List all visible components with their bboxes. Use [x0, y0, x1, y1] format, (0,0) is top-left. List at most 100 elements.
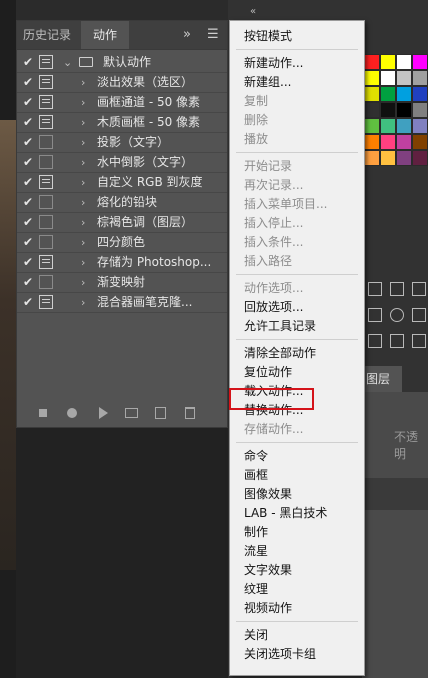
color-swatch[interactable]: [364, 118, 380, 134]
checkmark-icon[interactable]: ✔: [19, 113, 37, 132]
collapse-panels-icon[interactable]: «: [250, 6, 256, 17]
new-action-icon[interactable]: [155, 407, 166, 419]
color-swatch[interactable]: [412, 150, 428, 166]
action-row[interactable]: ✔ › 四分颜色: [17, 233, 227, 253]
dialog-toggle-icon[interactable]: [39, 155, 53, 169]
chevron-right-icon[interactable]: ›: [81, 293, 85, 312]
dialog-toggle-icon[interactable]: [39, 235, 53, 249]
menu-item[interactable]: 命令: [244, 447, 268, 466]
color-swatch[interactable]: [396, 118, 412, 134]
record-icon[interactable]: [67, 408, 77, 418]
color-swatch[interactable]: [396, 150, 412, 166]
levels-icon[interactable]: [368, 282, 382, 296]
posterize-icon[interactable]: [368, 334, 382, 348]
color-lookup-icon[interactable]: [390, 308, 404, 322]
chevron-right-icon[interactable]: ›: [81, 73, 85, 92]
color-swatch[interactable]: [380, 54, 396, 70]
menu-item[interactable]: 新建组...: [244, 73, 291, 92]
curves-icon[interactable]: [390, 282, 404, 296]
menu-item[interactable]: 复位动作: [244, 363, 292, 382]
color-swatch[interactable]: [396, 86, 412, 102]
menu-item[interactable]: 图像效果: [244, 485, 292, 504]
menu-item[interactable]: 流星: [244, 542, 268, 561]
checkmark-icon[interactable]: ✔: [19, 133, 37, 152]
checkmark-icon[interactable]: ✔: [19, 193, 37, 212]
action-row[interactable]: ✔ › 投影（文字）: [17, 133, 227, 153]
menu-item[interactable]: 清除全部动作: [244, 344, 316, 363]
action-row[interactable]: ✔ › 画框通道 - 50 像素: [17, 93, 227, 113]
trash-icon[interactable]: [185, 407, 195, 419]
color-swatch[interactable]: [396, 134, 412, 150]
dialog-toggle-icon[interactable]: [39, 55, 53, 69]
tab-actions[interactable]: 动作: [81, 21, 129, 49]
checkmark-icon[interactable]: ✔: [19, 253, 37, 272]
checkmark-icon[interactable]: ✔: [19, 153, 37, 172]
menu-item[interactable]: 文字效果: [244, 561, 292, 580]
chevron-right-icon[interactable]: ›: [81, 193, 85, 212]
dialog-toggle-icon[interactable]: [39, 135, 53, 149]
tab-layers[interactable]: 图层: [362, 366, 402, 392]
menu-item[interactable]: 新建动作...: [244, 54, 303, 73]
color-swatch[interactable]: [412, 86, 428, 102]
color-swatch[interactable]: [364, 86, 380, 102]
dialog-toggle-icon[interactable]: [39, 95, 53, 109]
photo-filter-icon[interactable]: [412, 308, 426, 322]
chevron-right-icon[interactable]: ›: [81, 133, 85, 152]
action-row[interactable]: ✔ › 混合器画笔克隆...: [17, 293, 227, 313]
dialog-toggle-icon[interactable]: [39, 215, 53, 229]
menu-item[interactable]: 按钮模式: [244, 27, 292, 46]
tab-history[interactable]: 历史记录: [23, 21, 81, 49]
panel-more-icon[interactable]: »: [183, 21, 191, 49]
action-row[interactable]: ✔ › 熔化的铅块: [17, 193, 227, 213]
chevron-right-icon[interactable]: ›: [81, 153, 85, 172]
chevron-right-icon[interactable]: ›: [81, 93, 85, 112]
checkmark-icon[interactable]: ✔: [19, 213, 37, 232]
chevron-right-icon[interactable]: ›: [81, 253, 85, 272]
checkmark-icon[interactable]: ✔: [19, 93, 37, 112]
color-swatch[interactable]: [380, 150, 396, 166]
chevron-right-icon[interactable]: ›: [81, 233, 85, 252]
color-swatch[interactable]: [396, 54, 412, 70]
action-row[interactable]: ✔ › 木质画框 - 50 像素: [17, 113, 227, 133]
menu-item[interactable]: 制作: [244, 523, 268, 542]
camera-icon[interactable]: [368, 308, 382, 322]
checkmark-icon[interactable]: ✔: [19, 233, 37, 252]
dialog-toggle-icon[interactable]: [39, 175, 53, 189]
checkmark-icon[interactable]: ✔: [19, 73, 37, 92]
new-set-folder-icon[interactable]: [125, 408, 138, 418]
color-swatch[interactable]: [364, 150, 380, 166]
color-swatch[interactable]: [380, 102, 396, 118]
action-row[interactable]: ✔ › 水中倒影（文字）: [17, 153, 227, 173]
color-swatch[interactable]: [364, 134, 380, 150]
menu-item[interactable]: 关闭选项卡组: [244, 645, 316, 664]
dialog-toggle-icon[interactable]: [39, 275, 53, 289]
chevron-down-icon[interactable]: ⌄: [63, 53, 72, 72]
color-swatch[interactable]: [380, 118, 396, 134]
menu-item[interactable]: 关闭: [244, 626, 268, 645]
color-swatch[interactable]: [380, 134, 396, 150]
menu-item[interactable]: 画框: [244, 466, 268, 485]
color-swatch[interactable]: [412, 102, 428, 118]
color-swatch[interactable]: [364, 54, 380, 70]
panel-menu-icon[interactable]: ☰: [207, 21, 219, 49]
action-row[interactable]: ✔ › 棕褐色调（图层）: [17, 213, 227, 233]
menu-item[interactable]: 回放选项...: [244, 298, 303, 317]
color-swatch[interactable]: [364, 70, 380, 86]
checkmark-icon[interactable]: ✔: [19, 173, 37, 192]
color-swatch[interactable]: [412, 134, 428, 150]
checkmark-icon[interactable]: ✔: [19, 53, 37, 72]
exposure-icon[interactable]: [412, 282, 426, 296]
dialog-toggle-icon[interactable]: [39, 75, 53, 89]
action-row[interactable]: ✔ › 淡出效果（选区）: [17, 73, 227, 93]
color-swatch[interactable]: [396, 70, 412, 86]
dialog-toggle-icon[interactable]: [39, 115, 53, 129]
action-row[interactable]: ✔ › 存储为 Photoshop...: [17, 253, 227, 273]
play-icon[interactable]: [99, 407, 108, 419]
gradient-map-icon[interactable]: [412, 334, 426, 348]
color-swatch[interactable]: [380, 86, 396, 102]
stop-recording-icon[interactable]: [39, 409, 47, 417]
chevron-right-icon[interactable]: ›: [81, 213, 85, 232]
color-swatch[interactable]: [364, 102, 380, 118]
invert-icon[interactable]: [390, 334, 404, 348]
checkmark-icon[interactable]: ✔: [19, 273, 37, 292]
